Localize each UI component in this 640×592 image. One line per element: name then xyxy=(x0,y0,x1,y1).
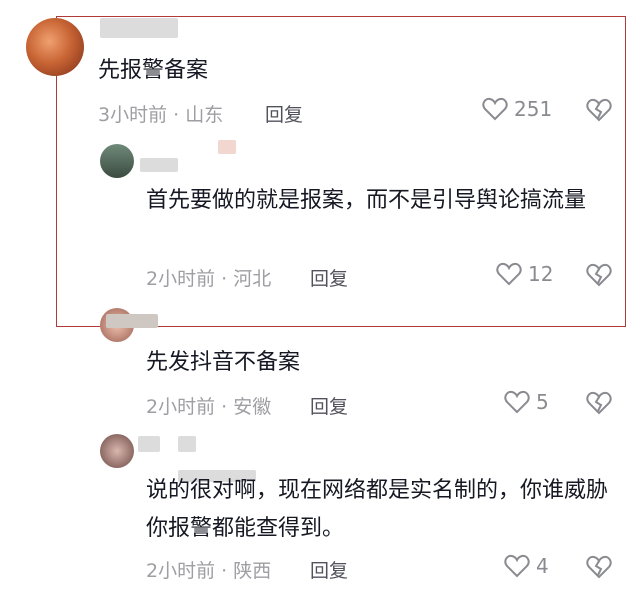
reply-button[interactable]: 回复 xyxy=(310,392,348,419)
username-blurred[interactable] xyxy=(178,436,196,452)
like-count: 12 xyxy=(528,262,554,286)
like-count: 4 xyxy=(536,554,549,578)
heart-outline-icon xyxy=(496,262,522,286)
dislike-button[interactable] xyxy=(586,98,612,126)
broken-heart-icon xyxy=(586,391,612,415)
dislike-button[interactable] xyxy=(586,391,612,419)
broken-heart-icon xyxy=(586,98,612,122)
dislike-button[interactable] xyxy=(586,555,612,583)
like-count: 251 xyxy=(514,97,553,121)
broken-heart-icon xyxy=(586,555,612,579)
reply-button[interactable]: 回复 xyxy=(310,264,348,291)
broken-heart-icon xyxy=(586,263,612,287)
comment-text: 先发抖音不备案 xyxy=(146,350,301,375)
comment-text: 先报警备案 xyxy=(98,58,209,83)
dislike-button[interactable] xyxy=(586,263,612,291)
like-button[interactable]: 12 xyxy=(496,262,553,286)
like-count: 5 xyxy=(536,390,549,414)
like-button[interactable]: 5 xyxy=(504,390,549,414)
comment-meta: 2小时前 · 河北 xyxy=(146,268,272,290)
username-blurred[interactable] xyxy=(218,140,236,154)
username-blurred[interactable] xyxy=(140,158,178,172)
avatar[interactable] xyxy=(26,18,84,76)
comment-meta: 3小时前 · 山东 xyxy=(98,104,224,126)
heart-outline-icon xyxy=(504,390,530,414)
like-button[interactable]: 251 xyxy=(482,97,552,121)
reply-button[interactable]: 回复 xyxy=(265,100,303,127)
heart-outline-icon xyxy=(504,554,530,578)
comment-text: 首先要做的就是报案，而不是引导舆论搞流量 xyxy=(146,188,587,213)
reply-button[interactable]: 回复 xyxy=(310,556,348,583)
like-button[interactable]: 4 xyxy=(504,554,549,578)
comment-meta: 2小时前 · 安徽 xyxy=(146,396,272,418)
avatar[interactable] xyxy=(100,144,134,178)
username-blurred[interactable] xyxy=(106,314,158,328)
avatar[interactable] xyxy=(100,434,134,468)
username-blurred[interactable] xyxy=(100,18,178,38)
username-blurred[interactable] xyxy=(138,436,160,452)
comment-meta: 2小时前 · 陕西 xyxy=(146,560,272,582)
heart-outline-icon xyxy=(482,97,508,121)
comment-text: 说的很对啊，现在网络都是实名制的，你谁威胁你报警都能查得到。 xyxy=(146,478,609,541)
